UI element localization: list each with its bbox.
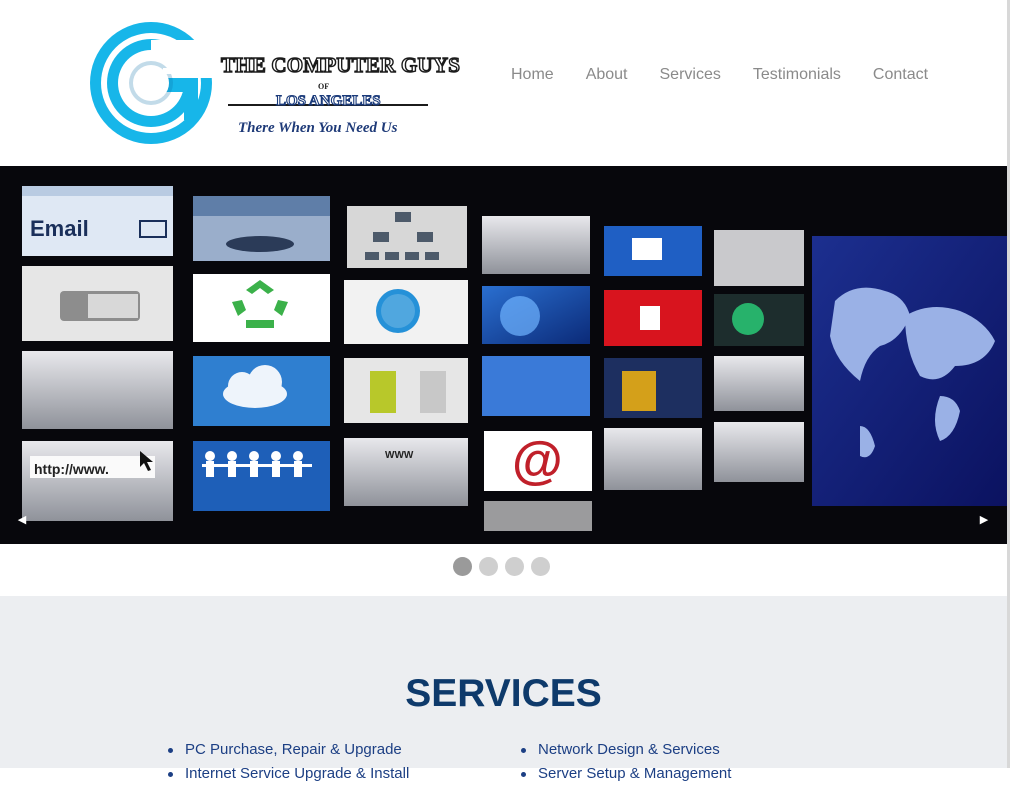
logo-title: THE COMPUTER GUYS bbox=[220, 52, 461, 77]
slide-dot-4[interactable] bbox=[531, 557, 550, 576]
slide-image: Email http://www. WWW @ bbox=[0, 166, 1007, 544]
slider-prev-arrow-icon[interactable]: ◀ bbox=[15, 512, 29, 528]
nav-about[interactable]: About bbox=[586, 66, 628, 84]
services-list-right: Network Design & Services Server Setup &… bbox=[521, 738, 731, 786]
nav-home[interactable]: Home bbox=[511, 66, 554, 84]
service-item: Network Design & Services bbox=[521, 738, 731, 762]
main-nav: Home About Services Testimonials Contact bbox=[511, 66, 928, 84]
logo[interactable]: THE COMPUTER GUYS OF LOS ANGELES There W… bbox=[88, 20, 461, 148]
services-section: SERVICES PC Purchase, Repair & Upgrade I… bbox=[0, 596, 1007, 782]
service-item: Server Setup & Management bbox=[521, 762, 731, 786]
service-item: Internet Service Upgrade & Install bbox=[168, 762, 409, 786]
service-item: PC Purchase, Repair & Upgrade bbox=[168, 738, 409, 762]
page: THE COMPUTER GUYS OF LOS ANGELES There W… bbox=[0, 0, 1007, 782]
services-heading: SERVICES bbox=[405, 672, 602, 715]
tile-key-text: WWW bbox=[385, 450, 414, 461]
logo-of: OF bbox=[318, 82, 330, 91]
logo-tagline: There When You Need Us bbox=[238, 120, 398, 136]
nav-contact[interactable]: Contact bbox=[873, 66, 928, 84]
tile-url-text: http://www. bbox=[34, 461, 109, 477]
slide-dot-3[interactable] bbox=[505, 557, 524, 576]
hero-slider[interactable]: Email http://www. WWW @ ◀ ▶ bbox=[0, 166, 1007, 544]
tile-at-text: @ bbox=[512, 432, 563, 490]
slide-dot-1[interactable] bbox=[453, 557, 472, 576]
slide-dot-2[interactable] bbox=[479, 557, 498, 576]
tile-email-text: Email bbox=[30, 216, 89, 241]
nav-testimonials[interactable]: Testimonials bbox=[753, 66, 841, 84]
nav-services[interactable]: Services bbox=[660, 66, 721, 84]
logo-mark-icon bbox=[90, 22, 216, 144]
services-list-left: PC Purchase, Repair & Upgrade Internet S… bbox=[168, 738, 409, 786]
logo-subtitle: LOS ANGELES bbox=[275, 92, 381, 109]
slider-pager bbox=[453, 557, 550, 576]
site-header: THE COMPUTER GUYS OF LOS ANGELES There W… bbox=[0, 0, 1007, 166]
slider-next-arrow-icon[interactable]: ▶ bbox=[977, 512, 991, 528]
